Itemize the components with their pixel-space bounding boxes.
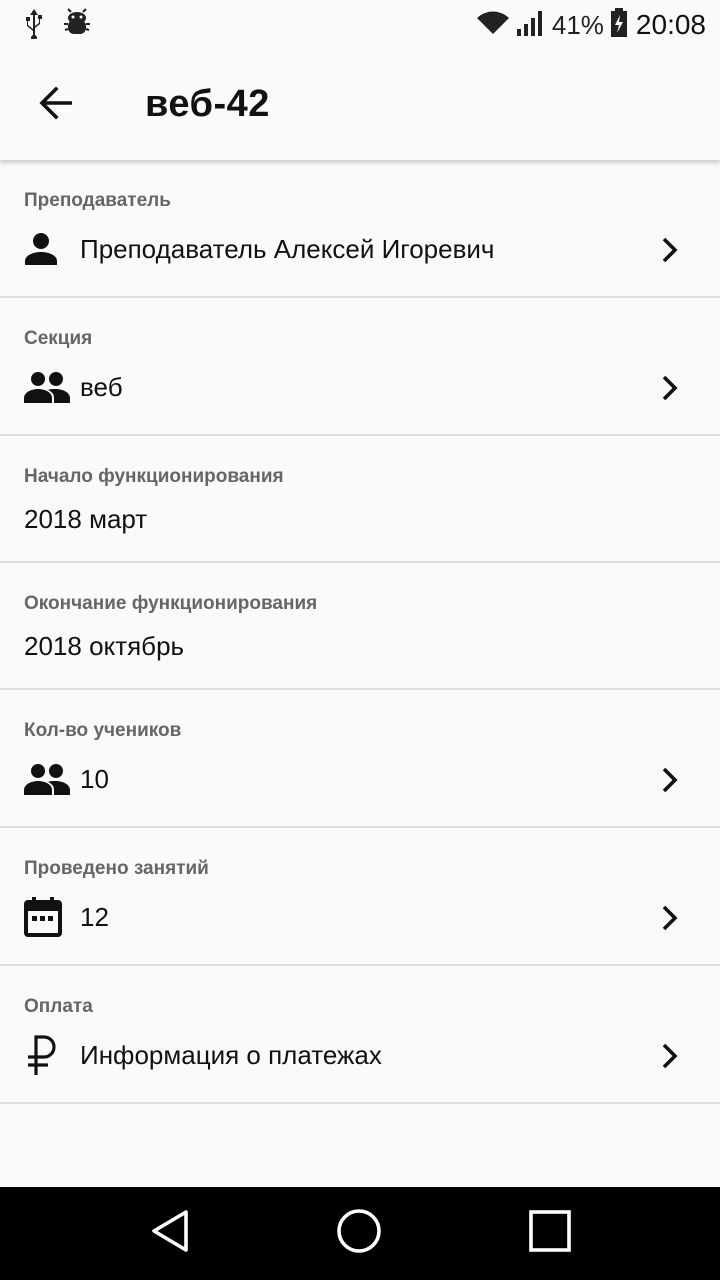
teacher-content: Преподаватель Алексей Игоревич [24,228,494,270]
recents-square-icon [528,1209,572,1258]
teacher-name: Преподаватель Алексей Игоревич [80,233,495,264]
group-icon [24,366,72,408]
android-debug-icon [64,7,90,43]
ruble-icon [24,1034,72,1076]
lessons-held-content: 12 [24,896,109,938]
students-count-caption: Кол-во учеников [24,720,182,741]
back-button[interactable] [26,75,86,135]
nav-back-button[interactable] [140,1207,200,1259]
chevron-right-icon [656,760,684,800]
students-count-content: 10 [24,758,109,800]
signal-icon [516,9,546,42]
payment-content: Информация о платежах [24,1034,382,1076]
chevron-right-icon [656,898,684,938]
section-row[interactable]: Секция веб [0,298,720,436]
status-bar: 41% 20:08 [0,0,720,50]
payment-caption: Оплата [24,996,93,1017]
system-nav-bar [0,1187,720,1280]
app-bar: веб-42 [0,50,720,160]
section-name: веб [80,371,123,402]
usb-icon [22,7,46,44]
end-date-row: Окончание функционирования 2018 октябрь [0,563,720,690]
calendar-icon [24,896,72,938]
arrow-back-icon [38,85,74,125]
lessons-held-value: 12 [80,901,109,932]
page-title: веб-42 [145,83,270,125]
battery-percent: 41% [551,9,604,40]
payment-row[interactable]: Оплата Информация о платежах [0,966,720,1104]
home-circle-icon [335,1207,383,1260]
start-date-value: 2018 март [24,503,148,534]
section-content: веб [24,366,123,408]
person-icon [24,228,72,270]
end-date-caption: Окончание функционирования [24,593,318,614]
lessons-held-caption: Проведено занятий [24,858,209,879]
lessons-held-row[interactable]: Проведено занятий 12 [0,828,720,966]
group-icon [24,758,72,800]
teacher-row[interactable]: Преподаватель Преподаватель Алексей Игор… [0,160,720,298]
chevron-right-icon [656,368,684,408]
chevron-right-icon [656,230,684,270]
group-details-list: Преподаватель Преподаватель Алексей Игор… [0,160,720,1104]
battery-charging-icon [610,7,628,43]
teacher-caption: Преподаватель [24,190,171,211]
section-caption: Секция [24,328,93,349]
students-count-value: 10 [80,763,109,794]
payment-info-value: Информация о платежах [80,1039,382,1070]
back-triangle-icon [148,1208,192,1259]
chevron-right-icon [656,1036,684,1076]
status-time: 20:08 [635,9,706,40]
end-date-value: 2018 октябрь [24,630,185,661]
start-date-row: Начало функционирования 2018 март [0,436,720,563]
nav-recents-button[interactable] [520,1207,580,1259]
end-date-content: 2018 октябрь [24,625,184,667]
wifi-icon [476,10,510,41]
start-date-caption: Начало функционирования [24,466,284,487]
start-date-content: 2018 март [24,498,147,540]
students-count-row[interactable]: Кол-во учеников 10 [0,690,720,828]
nav-home-button[interactable] [329,1207,389,1259]
